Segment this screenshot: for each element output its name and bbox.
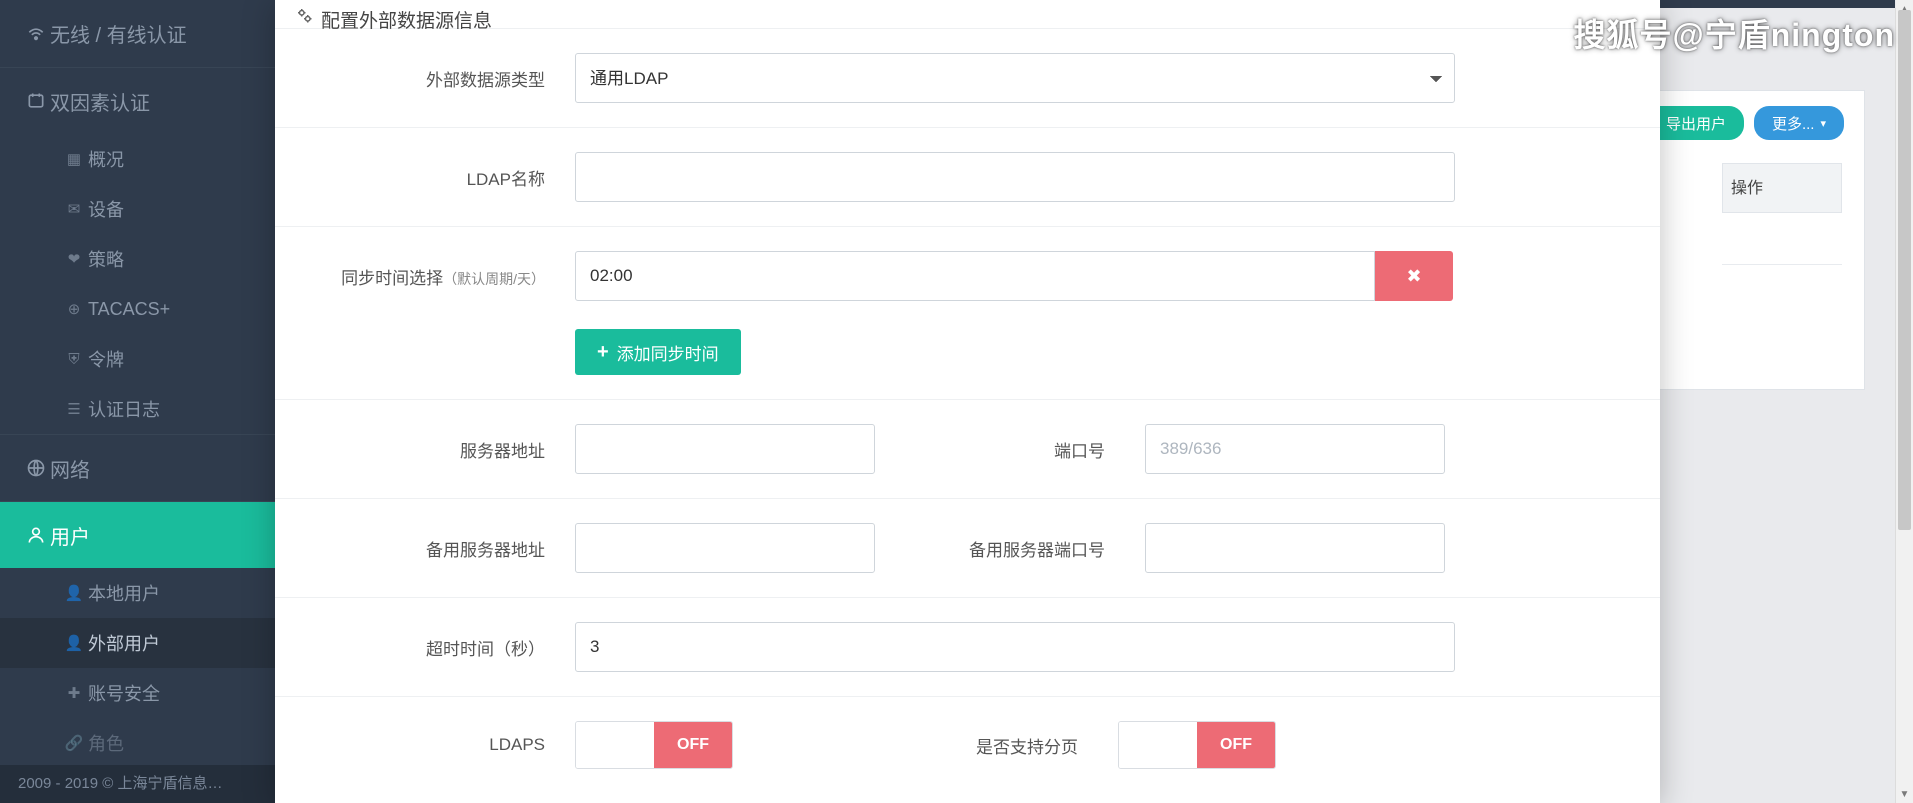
label-server: 服务器地址 (305, 437, 575, 462)
shield-icon: ⛨ (60, 351, 88, 368)
close-icon: ✖ (1406, 266, 1421, 286)
timeout-input[interactable] (575, 622, 1455, 672)
sidebar-item-wireless-auth[interactable]: 无线 / 有线认证 (0, 0, 275, 67)
link-icon: 🔗 (60, 734, 88, 752)
add-sync-time-button[interactable]: +添加同步时间 (575, 329, 741, 375)
backup-server-input[interactable] (575, 523, 875, 573)
grid-icon: ▦ (60, 150, 88, 168)
label-ldaps: LDAPS (305, 735, 575, 755)
more-button[interactable]: 更多...▾ (1754, 106, 1844, 140)
sidebar-sub-role[interactable]: 🔗角色 (0, 718, 275, 768)
user-icon: 👤 (60, 584, 88, 602)
scroll-down-icon[interactable]: ▼ (1896, 785, 1913, 803)
sidebar-sub-authlog[interactable]: ☰认证日志 (0, 384, 275, 434)
table-header-action: 操作 (1722, 163, 1842, 213)
badge-icon (22, 91, 50, 111)
toggle-off-seg: OFF (1197, 722, 1275, 768)
sidebar-item-user[interactable]: 用户 (0, 501, 275, 568)
sync-time-input[interactable] (575, 251, 1375, 301)
sidebar-label: 双因素认证 (50, 87, 150, 116)
paging-toggle[interactable]: OFF (1118, 721, 1276, 769)
row-ldaps: LDAPS OFF 是否支持分页 OFF (275, 696, 1660, 793)
globe-icon (22, 458, 50, 478)
sidebar-item-2fa[interactable]: 双因素认证 (0, 67, 275, 134)
label-backup-server: 备用服务器地址 (305, 536, 575, 561)
row-add-sync: +添加同步时间 (275, 325, 1660, 399)
modal-title: 配置外部数据源信息 (275, 0, 1660, 28)
footer-copyright: 2009 - 2019 © 上海宁盾信息… (0, 765, 275, 803)
toggle-on-seg (1119, 722, 1197, 768)
bg-toolbar: ⇨导出用户 更多...▾ (1629, 106, 1844, 140)
table-row (1722, 215, 1842, 265)
sidebar-item-network[interactable]: 网络 (0, 434, 275, 501)
sidebar-label: 网络 (50, 454, 90, 483)
label-ldap-name: LDAP名称 (305, 165, 575, 190)
delete-sync-time-button[interactable]: ✖ (1375, 251, 1453, 301)
label-timeout: 超时时间（秒） (305, 635, 575, 660)
puzzle-icon: ✚ (60, 684, 88, 702)
row-ldap-name: LDAP名称 (275, 127, 1660, 226)
chevron-down-icon: ▾ (1820, 117, 1826, 130)
sidebar-label: 用户 (50, 521, 90, 550)
wifi-icon (22, 24, 50, 44)
backup-port-input[interactable] (1145, 523, 1445, 573)
window-scrollbar[interactable]: ▲ ▼ (1895, 8, 1913, 803)
sidebar-sub-overview[interactable]: ▦概况 (0, 134, 275, 184)
sidebar-label: 无线 / 有线认证 (50, 19, 187, 48)
label-sync-time: 同步时间选择（默认周期/天） (305, 264, 575, 289)
label-datasource-type: 外部数据源类型 (305, 66, 575, 91)
mail-icon: ✉ (60, 200, 88, 218)
scroll-thumb[interactable] (1898, 10, 1911, 530)
row-timeout: 超时时间（秒） (275, 597, 1660, 696)
server-address-input[interactable] (575, 424, 875, 474)
row-datasource-type: 外部数据源类型 通用LDAP (275, 28, 1660, 127)
sidebar: 无线 / 有线认证 双因素认证 ▦概况 ✉设备 ❤策略 ⊕TACACS+ ⛨令牌… (0, 0, 275, 803)
row-sync-time: 同步时间选择（默认周期/天） ✖ (275, 226, 1660, 325)
label-paging: 是否支持分页 (743, 733, 1108, 758)
config-external-datasource-modal: 配置外部数据源信息 外部数据源类型 通用LDAP LDAP名称 同步时间选择（默… (275, 0, 1660, 803)
sidebar-sub-local-user[interactable]: 👤本地用户 (0, 568, 275, 618)
toggle-on-seg (576, 722, 654, 768)
sidebar-sub-device[interactable]: ✉设备 (0, 184, 275, 234)
globe-icon: ⊕ (60, 300, 88, 318)
sidebar-sub-external-user[interactable]: 👤外部用户 (0, 618, 275, 668)
gears-icon (295, 6, 313, 24)
toggle-off-seg: OFF (654, 722, 732, 768)
tag-icon: ❤ (60, 250, 88, 268)
sidebar-sub-token[interactable]: ⛨令牌 (0, 334, 275, 384)
sidebar-sub-policy[interactable]: ❤策略 (0, 234, 275, 284)
plus-icon: + (597, 341, 609, 364)
row-server: 服务器地址 端口号 (275, 399, 1660, 498)
ldap-name-input[interactable] (575, 152, 1455, 202)
label-backup-port: 备用服务器端口号 (885, 536, 1135, 561)
list-icon: ☰ (60, 400, 88, 418)
user-icon (22, 525, 50, 545)
sidebar-sub-account-security[interactable]: ✚账号安全 (0, 668, 275, 718)
row-backup-server: 备用服务器地址 备用服务器端口号 (275, 498, 1660, 597)
datasource-type-select[interactable]: 通用LDAP (575, 53, 1455, 103)
ldaps-toggle[interactable]: OFF (575, 721, 733, 769)
user-icon: 👤 (60, 634, 88, 652)
port-input[interactable] (1145, 424, 1445, 474)
label-port: 端口号 (885, 437, 1135, 462)
sidebar-sub-tacacs[interactable]: ⊕TACACS+ (0, 284, 275, 334)
